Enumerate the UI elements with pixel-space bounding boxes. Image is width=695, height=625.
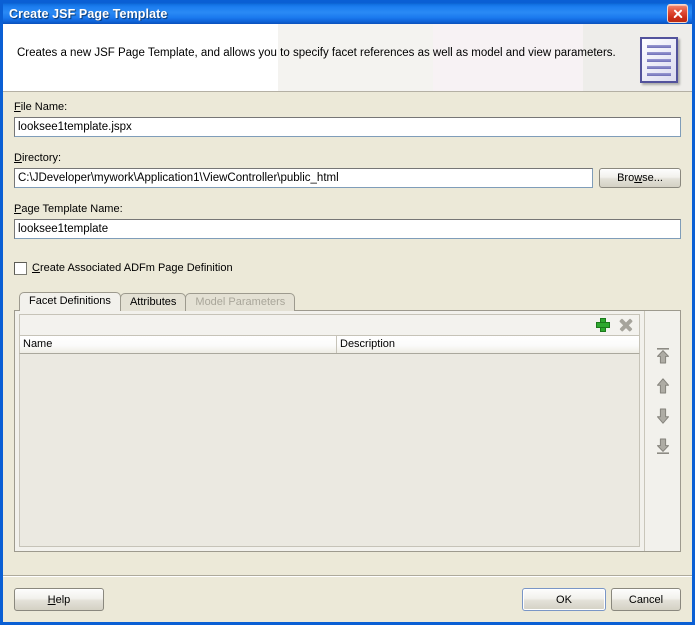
dialog-footer: Help OK Cancel bbox=[3, 575, 692, 622]
browse-button[interactable]: Browse... bbox=[599, 168, 681, 188]
cancel-button[interactable]: Cancel bbox=[611, 588, 681, 611]
directory-label: Directory: bbox=[14, 152, 62, 164]
move-down-button[interactable] bbox=[654, 407, 672, 425]
page-template-document-icon bbox=[640, 37, 678, 83]
create-adfm-page-definition-checkbox[interactable] bbox=[14, 261, 27, 275]
help-button[interactable]: Help bbox=[14, 588, 104, 611]
tab-strip: Facet Definitions Attributes Model Param… bbox=[14, 292, 681, 311]
dialog-header-banner: Creates a new JSF Page Template, and all… bbox=[3, 24, 692, 92]
move-up-button[interactable] bbox=[654, 377, 672, 395]
window-title: Create JSF Page Template bbox=[9, 6, 168, 21]
tab-attributes[interactable]: Attributes bbox=[119, 293, 187, 311]
delete-row-icon bbox=[618, 317, 634, 333]
move-buttons-bar bbox=[644, 311, 680, 551]
adfm-checkbox-row[interactable]: Create Associated ADFm Page Definition bbox=[14, 260, 681, 276]
directory-row: Browse... bbox=[14, 168, 681, 188]
create-jsf-page-template-dialog: Creates a new JSF Page Template, and all… bbox=[0, 24, 695, 625]
file-name-label: File Name: bbox=[14, 101, 68, 113]
directory-input[interactable] bbox=[14, 168, 593, 188]
facet-definitions-panel: Name Description bbox=[14, 310, 681, 552]
create-adfm-page-definition-label[interactable]: Create Associated ADFm Page Definition bbox=[32, 262, 233, 274]
move-to-bottom-button[interactable] bbox=[654, 437, 672, 455]
page-template-name-input[interactable] bbox=[14, 219, 681, 239]
dialog-body: File Name: Directory: Browse... Page Tem… bbox=[3, 92, 692, 600]
ok-button[interactable]: OK bbox=[522, 588, 606, 611]
file-name-input[interactable] bbox=[14, 117, 681, 137]
column-header-description[interactable]: Description bbox=[337, 336, 639, 353]
tab-model-parameters: Model Parameters bbox=[185, 293, 296, 311]
facet-definitions-table: Name Description bbox=[15, 311, 644, 551]
move-to-top-button[interactable] bbox=[654, 347, 672, 365]
dialog-description: Creates a new JSF Page Template, and all… bbox=[17, 47, 616, 59]
table-toolbar bbox=[19, 314, 640, 335]
column-header-name[interactable]: Name bbox=[20, 336, 337, 353]
window-titlebar: Create JSF Page Template bbox=[0, 0, 695, 24]
page-template-name-label: Page Template Name: bbox=[14, 203, 123, 215]
add-row-icon[interactable] bbox=[595, 317, 611, 333]
tab-facet-definitions[interactable]: Facet Definitions bbox=[19, 292, 121, 311]
table-header-row: Name Description bbox=[19, 335, 640, 354]
close-icon[interactable] bbox=[667, 4, 688, 23]
table-body-empty[interactable] bbox=[19, 354, 640, 547]
